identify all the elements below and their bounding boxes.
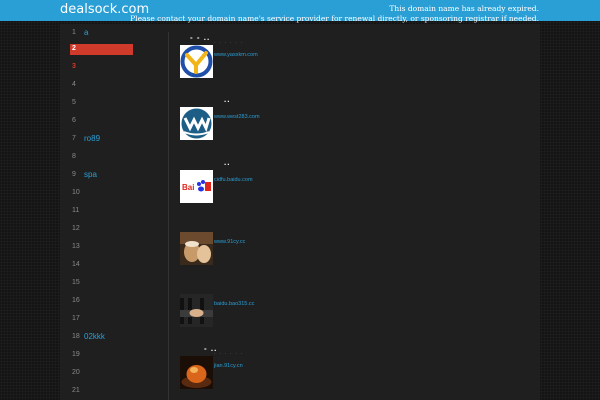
sidebar-item-8[interactable]: 8 [70,152,133,163]
sidebar-item-label[interactable]: a [84,28,88,37]
coffee-photo-icon[interactable] [180,232,213,265]
list-item: baidu.bao315.cc [180,294,530,334]
expiry-notice-line-2: Please contact your domain name's servic… [130,13,539,23]
sidebar-item-number: 2 [72,45,76,52]
sidebar-item-21[interactable]: 21 [70,386,133,397]
sidebar-item-12[interactable]: 12 [70,224,133,235]
sidebar-item-label[interactable]: spa [84,170,97,179]
sidebar-item-number: 7 [72,135,76,142]
sidebar-item-10[interactable]: 10 [70,188,133,199]
sidebar-item-14[interactable]: 14 [70,260,133,271]
sidebar-item-number: 9 [72,171,76,178]
sidebar-item-18[interactable]: 18 02kkk [70,332,133,343]
sidebar-item-16[interactable]: 16 [70,296,133,307]
entry-link[interactable]: www.west283.com [214,114,260,120]
list-item: .. Bai cidfu.baidu.com [180,158,530,210]
sidebar-item-label[interactable]: 02kkk [84,332,105,341]
sidebar-item-number: 11 [72,207,80,214]
sidebar-item-17[interactable]: 17 [70,314,133,325]
main-panel: 1 a 2 3 4 5 6 7 ro89 8 9 spa 10 11 12 13… [60,24,540,400]
sidebar-item-number: 18 [72,333,80,340]
expiry-notice-line-1: This domain name has already expired. [389,4,539,13]
entry-link[interactable]: cidfu.baidu.com [214,177,253,183]
list-item: www.91cy.cc [180,232,530,272]
svg-text:Bai: Bai [182,183,194,192]
entry-link[interactable]: www.yasxkm.com [214,52,258,58]
sidebar-item-number: 1 [72,29,76,36]
sidebar-item-20[interactable]: 20 [70,368,133,379]
sidebar-item-label[interactable]: ro89 [84,134,100,143]
food-photo-icon[interactable] [180,356,213,389]
sidebar-item-1[interactable]: 1 a [70,28,133,39]
sidebar-item-number: 4 [72,81,76,88]
sidebar-nav: 1 a 2 3 4 5 6 7 ro89 8 9 spa 10 11 12 13… [60,24,168,400]
entry-subtitle: . . . . . . [214,39,244,45]
sidebar-item-4[interactable]: 4 [70,80,133,91]
sidebar-item-number: 10 [72,189,80,196]
sidebar-item-2-active[interactable]: 2 [70,44,133,55]
sidebar-item-13[interactable]: 13 [70,242,133,253]
entry-link[interactable]: baidu.bao315.cc [214,301,254,307]
sidebar-item-9[interactable]: 9 spa [70,170,133,181]
sidebar-item-6[interactable]: 6 [70,116,133,127]
sidebar-item-number: 12 [72,225,80,232]
sidebar-item-number: 16 [72,297,80,304]
baidu-logo-icon[interactable]: Bai [180,170,213,203]
entry-title: .. [224,95,231,104]
sidebar-item-number: 14 [72,261,80,268]
sidebar-item-number: 19 [72,351,80,358]
list-item: - .. . . . . . . jian.91cy.cn [180,344,530,396]
yx-logo-icon[interactable] [180,45,213,78]
link-list: - - .. . . . . . . www.yasxkm.com .. www… [180,24,540,400]
top-bar: dealsock.com This domain name has alread… [0,0,600,23]
entry-title: - - .. [190,33,211,42]
entry-link[interactable]: www.91cy.cc [214,239,245,245]
sidebar-item-number: 5 [72,99,76,106]
column-divider [168,32,169,400]
entry-link[interactable]: jian.91cy.cn [214,363,243,369]
sidebar-item-number: 17 [72,315,80,322]
sidebar-item-number: 21 [72,387,80,394]
sidebar-item-7[interactable]: 7 ro89 [70,134,133,145]
sidebar-item-number: 8 [72,153,76,160]
sidebar-item-5[interactable]: 5 [70,98,133,109]
sidebar-item-15[interactable]: 15 [70,278,133,289]
sidebar-item-11[interactable]: 11 [70,206,133,217]
sidebar-item-number: 3 [72,63,76,70]
sidebar-item-number: 20 [72,369,80,376]
sidebar-item-19[interactable]: 19 [70,350,133,361]
sidebar-item-number: 6 [72,117,76,124]
w-logo-icon[interactable] [180,107,213,140]
expiry-notice: This domain name has already expired. Pl… [130,4,539,23]
sidebar-item-3[interactable]: 3 [70,62,133,73]
list-item: .. www.west283.com [180,95,530,147]
list-item: - - .. . . . . . . www.yasxkm.com [180,33,530,85]
handshake-photo-icon[interactable] [180,294,213,327]
sidebar-item-number: 15 [72,279,80,286]
entry-subtitle: . . . . . . [214,350,244,356]
entry-title: .. [224,158,231,167]
sidebar-item-number: 13 [72,243,80,250]
